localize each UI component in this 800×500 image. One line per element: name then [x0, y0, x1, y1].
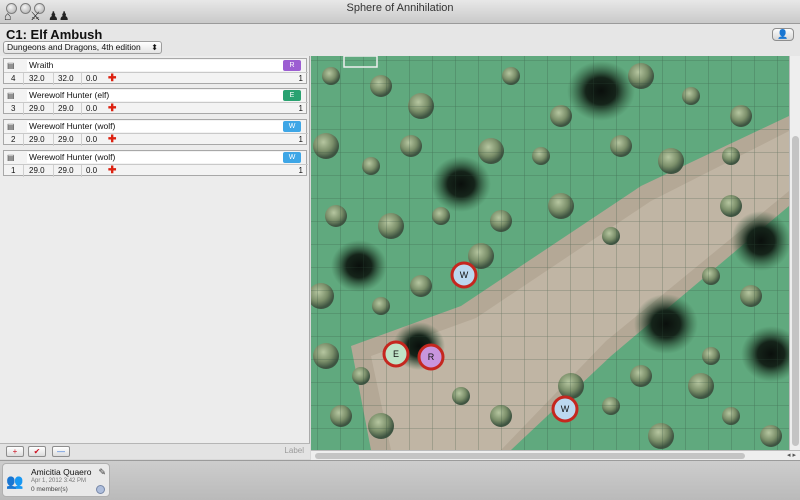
token-wolf-1[interactable]: W	[450, 261, 478, 289]
party-card[interactable]: 👥 Amicitia Quaero Apr 1, 2012 3:42 PM 0 …	[2, 463, 110, 497]
map-horizontal-scrollbar[interactable]: ◂ ▸	[311, 450, 800, 460]
title-bar: Sphere of Annihilation ⌂ ⚔ ♟♟	[0, 0, 800, 24]
combatant-list: ▤ Wraith R 4 32.0 32.0 0.0 ✚ 1 ▤ Werewol…	[0, 56, 310, 443]
party-group-icon: 👥	[6, 473, 24, 489]
combatant-count[interactable]: 1	[299, 74, 303, 83]
heal-icon[interactable]: ✚	[108, 134, 116, 145]
combatant-name[interactable]: Werewolf Hunter (elf)	[27, 90, 285, 101]
temp-hp-value[interactable]: 0.0	[86, 74, 97, 83]
battle-map[interactable]: W E R W	[311, 56, 789, 450]
combatant-stats: 2 29.0 29.0 0.0 ✚ 1	[4, 133, 308, 146]
max-hp-value[interactable]: 29.0	[58, 104, 74, 113]
scroll-arrows-icon[interactable]: ◂ ▸	[787, 451, 796, 459]
heal-icon[interactable]: ✚	[108, 103, 116, 114]
party-members: 0 member(s)	[31, 486, 68, 493]
combatant-count[interactable]: 1	[299, 104, 303, 113]
monster-icon[interactable]: ▤	[7, 153, 18, 162]
combatant-badge[interactable]: W	[283, 152, 301, 163]
combatant-badge[interactable]: R	[283, 60, 301, 71]
monster-icon[interactable]: ▤	[7, 122, 18, 131]
token-wolf-2[interactable]: W	[551, 395, 579, 423]
monster-icon[interactable]: ▤	[7, 61, 18, 70]
combatant-row[interactable]: ▤ Werewolf Hunter (elf) E 3 29.0 29.0 0.…	[3, 88, 308, 115]
combatant-row[interactable]: ▤ Werewolf Hunter (wolf) W 2 29.0 29.0 0…	[3, 119, 308, 146]
temp-hp-value[interactable]: 0.0	[86, 135, 97, 144]
players-button[interactable]: 👤	[772, 28, 794, 41]
max-hp-value[interactable]: 32.0	[58, 74, 74, 83]
map-vertical-scrollbar[interactable]	[789, 56, 800, 450]
edition-select[interactable]: Dungeons and Dragons, 4th edition ⬍	[3, 41, 162, 54]
token-elf-label: E	[393, 349, 399, 359]
temp-hp-value[interactable]: 0.0	[86, 104, 97, 113]
check-combatant-button[interactable]: ✔	[28, 446, 46, 457]
max-hp-value[interactable]: 29.0	[58, 135, 74, 144]
combatant-stats: 1 29.0 29.0 0.0 ✚ 1	[4, 164, 308, 177]
horizontal-scroll-thumb[interactable]	[315, 453, 745, 459]
token-wraith-label: R	[428, 352, 435, 362]
vertical-scroll-thumb[interactable]	[792, 136, 799, 446]
encounter-title: C1: Elf Ambush	[6, 27, 103, 42]
add-combatant-button[interactable]: +	[6, 446, 24, 457]
encounter-header: C1: Elf Ambush Dungeons and Dragons, 4th…	[0, 24, 800, 56]
heal-icon[interactable]: ✚	[108, 73, 116, 84]
initiative-value[interactable]: 2	[11, 135, 15, 144]
token-elf[interactable]: E	[382, 340, 410, 368]
initiative-value[interactable]: 1	[11, 166, 15, 175]
token-wolf-2-label: W	[561, 404, 570, 414]
initiative-value[interactable]: 4	[11, 74, 15, 83]
hp-value[interactable]: 29.0	[29, 135, 45, 144]
party-date: Apr 1, 2012 3:42 PM	[31, 478, 87, 484]
max-hp-value[interactable]: 29.0	[58, 166, 74, 175]
combatant-badge[interactable]: E	[283, 90, 301, 101]
monster-icon[interactable]: ▤	[7, 91, 18, 100]
combatant-name[interactable]: Werewolf Hunter (wolf)	[27, 152, 285, 163]
party-icon[interactable]: ♟♟	[48, 10, 70, 22]
combatant-count[interactable]: 1	[299, 135, 303, 144]
combatant-count[interactable]: 1	[299, 166, 303, 175]
combatant-stats: 4 32.0 32.0 0.0 ✚ 1	[4, 72, 308, 85]
token-wolf-1-label: W	[460, 270, 469, 280]
initiative-value[interactable]: 3	[11, 104, 15, 113]
combatant-name[interactable]: Wraith	[27, 60, 285, 71]
window-title: Sphere of Annihilation	[346, 2, 454, 14]
heal-icon[interactable]: ✚	[108, 165, 116, 176]
remove-combatant-button[interactable]: —	[52, 446, 70, 457]
status-bar: 👥 Amicitia Quaero Apr 1, 2012 3:42 PM 0 …	[0, 460, 800, 500]
party-edit-icon[interactable]: ✎	[98, 467, 106, 478]
combatant-badge[interactable]: W	[283, 121, 301, 132]
crossed-swords-icon[interactable]: ⚔	[30, 10, 46, 22]
list-footer: + ✔ — Label	[0, 443, 310, 459]
party-name: Amicitia Quaero	[31, 467, 92, 477]
label-field[interactable]: Label	[284, 446, 304, 455]
combatant-stats: 3 29.0 29.0 0.0 ✚ 1	[4, 102, 308, 115]
temp-hp-value[interactable]: 0.0	[86, 166, 97, 175]
select-arrows-icon: ⬍	[151, 43, 158, 52]
party-toggle-button[interactable]	[96, 485, 105, 494]
hp-value[interactable]: 32.0	[29, 74, 45, 83]
hp-value[interactable]: 29.0	[29, 166, 45, 175]
edition-value: Dungeons and Dragons, 4th edition	[7, 42, 141, 52]
hp-value[interactable]: 29.0	[29, 104, 45, 113]
combatant-row[interactable]: ▤ Werewolf Hunter (wolf) W 1 29.0 29.0 0…	[3, 150, 308, 177]
home-icon[interactable]: ⌂	[4, 10, 20, 22]
combatant-row[interactable]: ▤ Wraith R 4 32.0 32.0 0.0 ✚ 1	[3, 58, 308, 85]
token-wraith[interactable]: R	[417, 343, 445, 371]
combatant-name[interactable]: Werewolf Hunter (wolf)	[27, 121, 285, 132]
map-canvas[interactable]: W E R W	[311, 56, 789, 450]
